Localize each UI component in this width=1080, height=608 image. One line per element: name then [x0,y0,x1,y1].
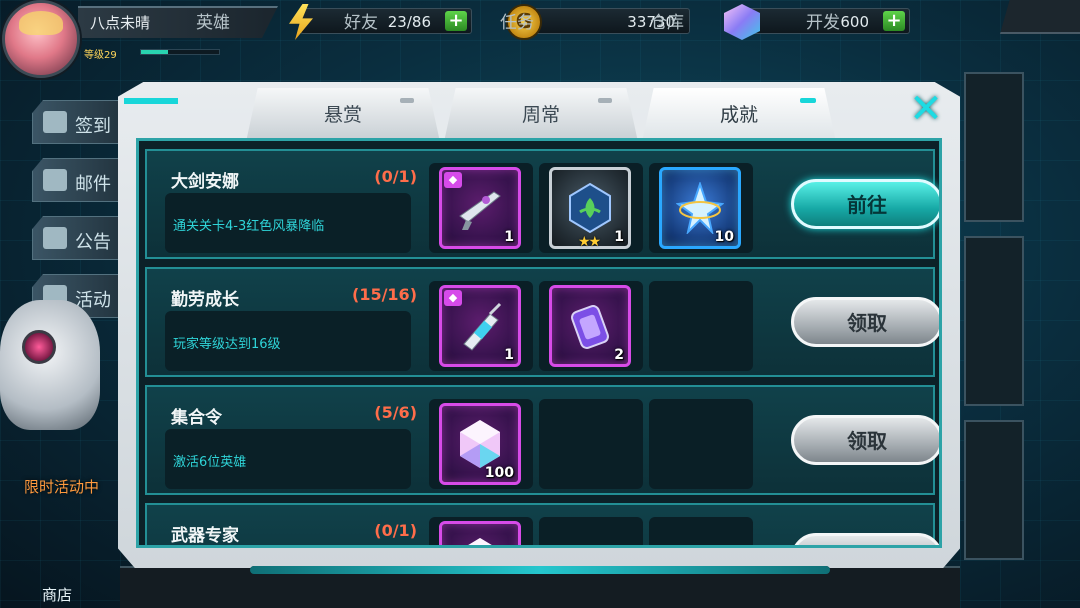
quest-row: 集合令 (5/6) 激活6位英雄 100 领取 [145,385,939,495]
quest-title: 武器专家 [171,526,239,546]
exp-bar [140,49,220,55]
claim-button[interactable]: 领取 [791,415,939,465]
settings-button[interactable] [1000,0,1080,34]
quest-desc-box: 激活6位英雄 [165,429,411,489]
quest-desc-box: 通关关卡4-3红色风暴降临 [165,193,411,253]
reward-qty: 1 [614,229,624,245]
tab-bounty[interactable]: 悬赏 [246,88,440,142]
avatar[interactable] [2,0,80,78]
canister-art [571,305,609,349]
tab-notch [400,98,414,103]
crystal-art [676,182,724,234]
reward-slot-empty [539,517,643,545]
gem-art [468,538,492,545]
nav-develop[interactable]: 开发 [806,8,840,33]
quest-progress: (0/1) [374,167,417,186]
reward-slot: 100 [429,399,533,489]
quest-row: 武器专家 (0/1) [145,503,939,548]
energy-canister-icon[interactable]: 2 [549,285,631,367]
rifle-art [459,191,501,230]
go-button[interactable]: 前往 [791,179,939,229]
claim-button[interactable] [791,533,939,545]
quest-title: 勤劳成长 [171,290,239,310]
reward-slot: ◆ 1 [429,163,533,253]
emblem-art [569,182,611,234]
quest-desc-box: 玩家等级达到16级 [165,311,411,371]
hero-emblem-icon[interactable]: ★★ 1 [549,167,631,250]
tab-weekly[interactable]: 周常 [444,88,638,142]
gem-value: 600 [840,13,869,31]
add-energy-button[interactable]: + [445,11,467,31]
gem-icon[interactable] [439,521,521,545]
tab-achievements[interactable]: 成就 [642,88,836,142]
rabbit-icon [43,111,67,133]
quest-progress: (0/1) [374,521,417,540]
background-panel [964,420,1024,560]
close-icon[interactable]: ✕ [906,89,946,130]
reward-slot: ★★ 1 [539,163,643,253]
nav-friends[interactable]: 好友 [344,8,378,33]
quest-title: 集合令 [171,408,222,428]
reward-slot-empty [649,281,753,371]
megaphone-icon [43,227,67,249]
syringe-weapon-icon[interactable]: ◆ 1 [439,285,521,367]
nav-tasks[interactable]: 任务 [500,8,534,33]
crystal-star-icon[interactable]: 10 [659,167,741,249]
modal-accent [124,98,178,104]
player-name: 八点未晴 [90,14,151,32]
active-tab-indicator [800,98,816,103]
robot-mascot [0,300,100,430]
quest-desc: 激活6位英雄 [173,455,247,470]
nav-heroes[interactable]: 英雄 [196,8,230,33]
scroll-indicator [250,566,830,574]
syringe-art [463,302,502,351]
sniper-rifle-icon[interactable]: ◆ 1 [439,167,521,249]
reward-slot: 2 [539,281,643,371]
player-level: 等级29 [84,50,117,61]
gem-icon[interactable]: 100 [439,403,521,485]
reward-slot [429,517,533,545]
background-panel [964,72,1024,222]
reward-qty: 10 [714,229,734,245]
mail-icon [43,169,67,191]
energy-value: 23/86 [387,13,431,31]
limited-event-label[interactable]: 限时活动中 [24,476,99,497]
background-panel [964,236,1024,406]
quest-progress: (5/6) [374,403,417,422]
quest-list[interactable]: 大剑安娜 (0/1) 通关关卡4-3红色风暴降临 ◆ 1 ★★ 1 10 前往 … [136,138,942,548]
quest-desc-box [165,547,411,548]
reward-slot-empty [649,399,753,489]
gem-art [460,420,500,468]
reward-qty: 1 [504,347,514,363]
nav-warehouse[interactable]: 仓库 [650,8,684,33]
reward-slot-empty [539,399,643,489]
reward-slot-empty [649,517,753,545]
reward-qty: 2 [614,347,624,363]
quest-row: 勤劳成长 (15/16) 玩家等级达到16级 ◆ 1 2 领取 [145,267,939,377]
claim-button[interactable]: 领取 [791,297,939,347]
tab-notch [598,98,612,103]
quest-desc: 玩家等级达到16级 [173,337,281,352]
quest-desc: 通关关卡4-3红色风暴降临 [173,219,325,234]
top-bar: 八点未晴 等级29 23/86 + 33730 G 600 + [0,0,1080,61]
star-rating: ★★ [578,234,601,250]
add-gems-button[interactable]: + [883,11,905,31]
reward-slot: 10 [649,163,753,253]
reward-qty: 1 [504,229,514,245]
quest-row: 大剑安娜 (0/1) 通关关卡4-3红色风暴降临 ◆ 1 ★★ 1 10 前往 [145,149,939,259]
shop-button[interactable]: 商店 [42,584,72,605]
energy-display: 23/86 + [300,8,472,34]
quest-progress: (15/16) [352,285,417,304]
reward-slot: ◆ 1 [429,281,533,371]
reward-qty: 100 [484,465,514,481]
quest-title: 大剑安娜 [171,172,239,192]
